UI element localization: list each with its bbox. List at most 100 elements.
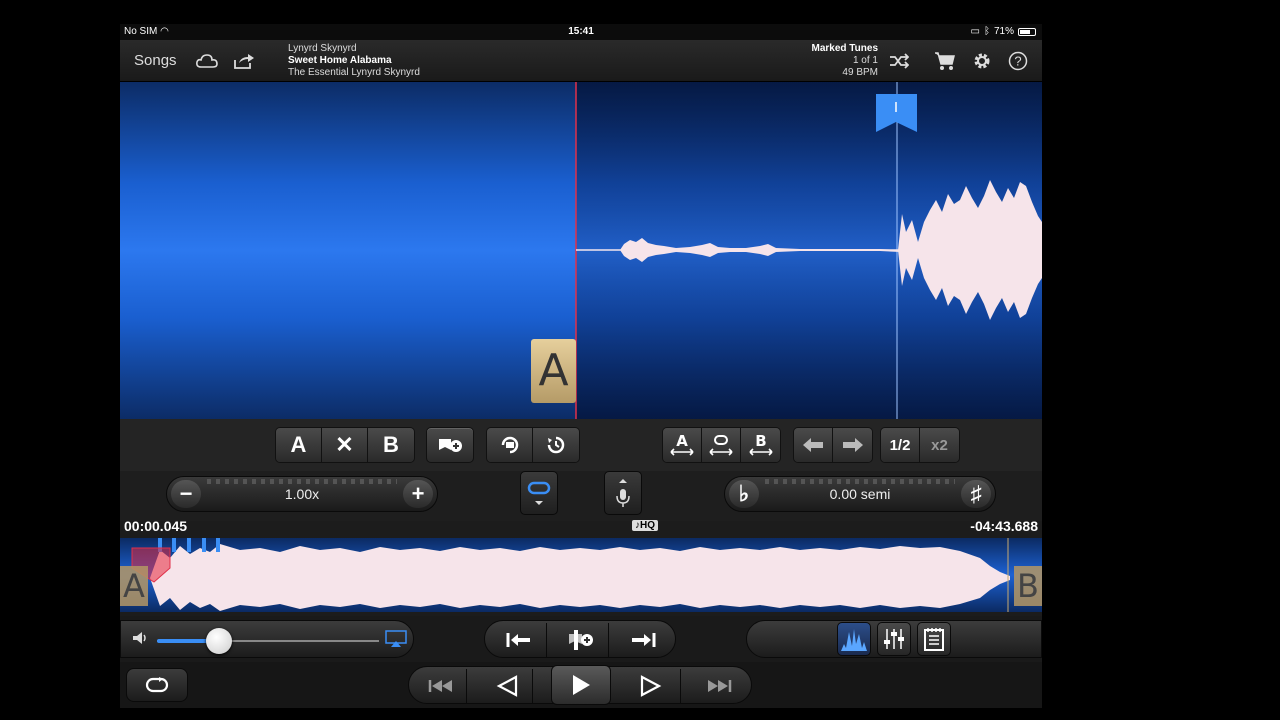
bookmark-nav-group xyxy=(484,620,676,658)
rewind-button[interactable] xyxy=(481,669,533,703)
arrow-left-icon xyxy=(803,438,823,452)
songs-button[interactable]: Songs xyxy=(134,52,177,69)
share-icon[interactable] xyxy=(231,48,257,74)
bpm-label: 49 BPM xyxy=(842,67,878,78)
skip-back-button[interactable] xyxy=(415,669,467,703)
repeat-segment xyxy=(486,427,580,463)
length-segment: 1/2 x2 xyxy=(880,427,960,463)
double-length-button[interactable]: x2 xyxy=(920,428,959,462)
play-icon xyxy=(573,675,590,695)
mixer-view-button[interactable] xyxy=(877,622,911,656)
timer-icon xyxy=(547,436,565,454)
loop-mode-icon xyxy=(527,481,551,505)
notes-icon xyxy=(924,628,944,651)
play-button[interactable] xyxy=(551,665,611,705)
set-b-button[interactable]: B xyxy=(368,428,414,462)
add-bookmark-button[interactable] xyxy=(553,623,609,657)
nudge-left-button[interactable] xyxy=(794,428,833,462)
set-a-button[interactable]: A xyxy=(276,428,322,462)
loop-mode-toggle[interactable] xyxy=(520,471,558,515)
microphone-toggle[interactable] xyxy=(604,471,642,515)
ab-move-segment: A B xyxy=(662,427,781,463)
waveform-icon xyxy=(841,629,867,651)
rewind-icon xyxy=(496,675,517,697)
move-a-icon: A xyxy=(670,432,694,456)
shuffle-icon[interactable] xyxy=(886,48,912,74)
jump-to-start-icon xyxy=(506,633,530,647)
notes-view-button[interactable] xyxy=(917,622,951,656)
repeat-button[interactable] xyxy=(126,668,188,702)
marked-title: Marked Tunes xyxy=(811,43,879,54)
nudge-segment xyxy=(793,427,873,463)
half-length-button[interactable]: 1/2 xyxy=(881,428,920,462)
battery-percent: 71% xyxy=(993,26,1014,37)
track-artist: Lynyrd Skynyrd xyxy=(288,43,357,54)
view-mode-group xyxy=(746,620,1042,658)
track-info: Lynyrd Skynyrd Sweet Home Alabama The Es… xyxy=(288,43,420,79)
hq-badge[interactable]: ♪HQ xyxy=(632,520,658,531)
marked-count: 1 of 1 xyxy=(852,55,878,66)
timer-button[interactable] xyxy=(533,428,579,462)
bluetooth-icon: ᛒ xyxy=(983,26,990,37)
move-b-button[interactable]: B xyxy=(741,428,780,462)
zoomed-waveform[interactable]: A xyxy=(120,82,1042,419)
pitch-sharp-button[interactable]: ♯ xyxy=(961,480,991,508)
forward-icon xyxy=(640,675,661,697)
track-title: Sweet Home Alabama xyxy=(288,55,392,66)
overview-waveform[interactable]: A B xyxy=(120,538,1042,612)
svg-text:B: B xyxy=(755,432,766,450)
next-bookmark-button[interactable] xyxy=(615,623,671,657)
nav-bar: Songs Lynyrd Skynyrd Sweet Home Alabama … xyxy=(120,40,1042,82)
marker-add-icon xyxy=(439,439,462,452)
volume-thumb[interactable] xyxy=(206,628,233,654)
battery-icon xyxy=(1018,28,1036,36)
remaining-time: -04:43.688 xyxy=(970,518,1038,534)
move-a-button[interactable]: A xyxy=(663,428,702,462)
time-bar: 00:00.045 ♪HQ -04:43.688 xyxy=(120,518,1042,538)
mixer-icon xyxy=(884,629,904,649)
skip-back-icon xyxy=(428,680,452,692)
move-b-icon: B xyxy=(748,432,773,456)
speed-pitch-toolbar: − 1.00x + ♭ 0.00 semi ♯ xyxy=(120,471,1042,521)
transport-group xyxy=(408,665,752,705)
waveform-view-button[interactable] xyxy=(837,622,871,656)
marked-tunes-info[interactable]: Marked Tunes 1 of 1 49 BPM xyxy=(812,43,879,79)
zoomed-waveform-graphic xyxy=(575,82,1042,419)
forward-button[interactable] xyxy=(621,669,681,703)
arrow-right-icon xyxy=(842,438,863,452)
gear-icon[interactable] xyxy=(969,48,995,74)
track-album: The Essential Lynyrd Skynyrd xyxy=(288,67,420,78)
cart-icon[interactable] xyxy=(932,48,958,74)
loop-toolbar: A ✕ B A B 1/2 x2 xyxy=(120,419,1042,471)
app-screen: No SIM ◠ 15:41 ▭ ᛒ 71% Songs Lynyrd Skyn… xyxy=(120,24,1042,708)
nudge-right-button[interactable] xyxy=(833,428,872,462)
prev-bookmark-button[interactable] xyxy=(491,623,547,657)
transport-row xyxy=(120,662,1042,708)
add-marker-button[interactable] xyxy=(426,427,474,463)
move-loop-button[interactable] xyxy=(702,428,741,462)
speed-plus-button[interactable]: + xyxy=(403,480,433,508)
volume-control xyxy=(120,620,414,658)
microphone-icon xyxy=(616,479,630,507)
overview-waveform-graphic xyxy=(131,538,1010,612)
svg-text:?: ? xyxy=(1014,54,1021,69)
pitch-stepper[interactable]: ♭ 0.00 semi ♯ xyxy=(724,476,996,512)
loop-bookmark-button[interactable] xyxy=(487,428,533,462)
skip-forward-button[interactable] xyxy=(693,669,745,703)
speed-minus-button[interactable]: − xyxy=(171,480,201,508)
help-icon[interactable]: ? xyxy=(1005,48,1031,74)
loop-icon xyxy=(501,436,518,454)
clock: 15:41 xyxy=(568,26,594,37)
clear-ab-button[interactable]: ✕ xyxy=(322,428,368,462)
svg-text:A: A xyxy=(676,432,688,450)
cloud-icon[interactable] xyxy=(194,48,220,74)
control-row-1 xyxy=(120,616,1042,662)
speed-stepper[interactable]: − 1.00x + xyxy=(166,476,438,512)
airplay-icon[interactable] xyxy=(385,629,407,654)
status-bar: No SIM ◠ 15:41 ▭ ᛒ 71% xyxy=(120,24,1042,40)
overview-b-marker[interactable]: B xyxy=(1014,566,1042,606)
a-marker-handle[interactable]: A xyxy=(531,339,576,403)
bookmark-add-icon xyxy=(568,630,593,650)
pitch-flat-button[interactable]: ♭ xyxy=(729,480,759,508)
overview-a-marker[interactable]: A xyxy=(120,566,148,606)
